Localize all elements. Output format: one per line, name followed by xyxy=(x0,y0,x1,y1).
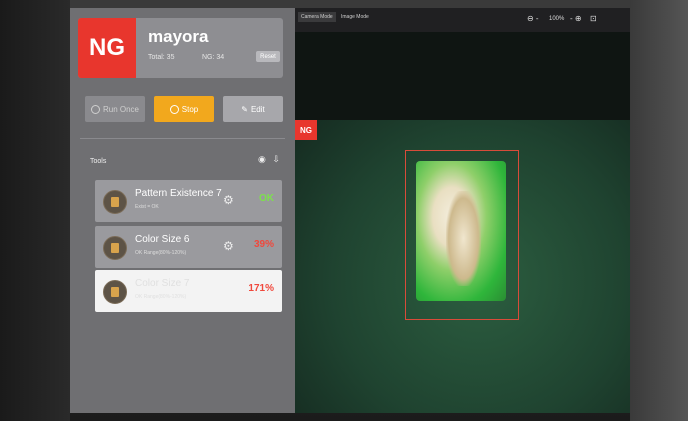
reset-button[interactable]: Reset xyxy=(256,51,280,62)
tool-criteria: OK Range(80%-120%) xyxy=(135,294,187,300)
divider xyxy=(80,138,285,139)
monitor-bezel-left xyxy=(0,0,70,421)
total-count: Total: 35 xyxy=(148,54,175,61)
stop-icon xyxy=(169,104,179,114)
tools-label: Tools xyxy=(90,158,107,165)
edit-label: Edit xyxy=(250,104,265,114)
product-package xyxy=(416,161,506,301)
gear-icon[interactable]: ⚙ xyxy=(223,193,234,207)
tool-criteria: Exist = OK xyxy=(135,204,159,210)
viewer-toolbar: Camera Mode Image Mode ⊖ - 100% - ⊕ ⊡ xyxy=(295,8,630,32)
stop-label: Stop xyxy=(181,104,199,114)
camera-image: NG xyxy=(295,120,630,413)
left-panel: NG mayora Total: 35 NG: 34 Reset Run Onc… xyxy=(70,8,295,413)
edit-button[interactable]: ✎ Edit xyxy=(223,96,283,122)
tool-card-color-size-6[interactable]: Color Size 6 OK Range(80%-120%) ⚙ 39% xyxy=(95,226,282,268)
run-once-button[interactable]: Run Once xyxy=(85,96,145,122)
tool-card-pattern-existence[interactable]: Pattern Existence 7 Exist = OK ⚙ OK xyxy=(95,180,282,222)
monitor-bezel-right xyxy=(630,0,688,421)
ng-tag: NG xyxy=(295,120,317,140)
screen: NG mayora Total: 35 NG: 34 Reset Run Onc… xyxy=(70,8,630,413)
ng-count: NG: 34 xyxy=(202,54,225,61)
gear-icon[interactable]: ⚙ xyxy=(223,239,234,253)
tool-result: OK xyxy=(259,193,274,204)
detection-box xyxy=(405,150,519,320)
zoom-out-icon[interactable]: ⊖ - xyxy=(527,14,539,23)
zoom-level: 100% xyxy=(549,16,565,22)
tool-result: 39% xyxy=(253,239,274,250)
pencil-icon: ✎ xyxy=(241,104,248,114)
play-icon xyxy=(90,104,100,114)
status-header: NG mayora Total: 35 NG: 34 Reset xyxy=(78,18,283,78)
run-once-label: Run Once xyxy=(102,104,140,114)
eye-icon[interactable]: ◉ xyxy=(258,154,266,164)
status-badge: NG xyxy=(78,18,136,78)
tool-name: Color Size 6 xyxy=(135,234,190,245)
export-icon[interactable]: ⇩ xyxy=(272,154,280,164)
tool-name: Color Size 7 xyxy=(135,278,190,289)
tools-actions: ◉ ⇩ xyxy=(258,154,280,165)
tool-icon xyxy=(103,236,127,260)
tab-camera-mode[interactable]: Camera Mode xyxy=(298,12,336,22)
job-title: mayora xyxy=(148,27,209,46)
tool-name: Pattern Existence 7 xyxy=(135,188,222,199)
tool-result: 171% xyxy=(248,283,274,294)
tool-card-color-size-7[interactable]: Color Size 7 OK Range(80%-120%) 171% xyxy=(95,270,282,312)
tool-icon xyxy=(103,280,127,304)
stop-button[interactable]: Stop xyxy=(154,96,214,122)
camera-viewer: Camera Mode Image Mode ⊖ - 100% - ⊕ ⊡ NG xyxy=(295,8,630,413)
zoom-in-icon[interactable]: - ⊕ xyxy=(570,14,582,23)
fit-screen-icon[interactable]: ⊡ xyxy=(590,14,597,23)
tab-image-mode[interactable]: Image Mode xyxy=(341,14,369,20)
tool-criteria: OK Range(80%-120%) xyxy=(135,250,187,256)
tool-icon xyxy=(103,190,127,214)
